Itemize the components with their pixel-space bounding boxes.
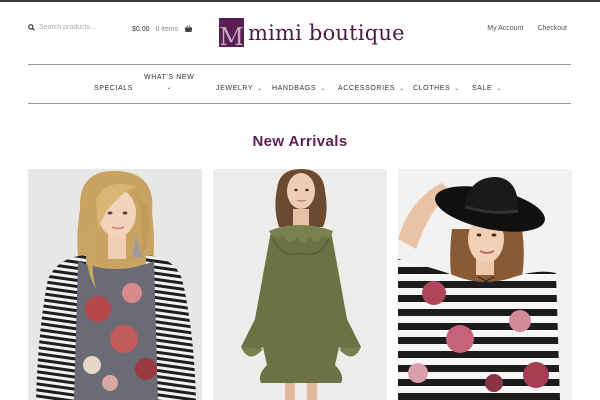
nav-item-clothes[interactable]: CLOTHES ⌄	[413, 85, 460, 92]
search-form[interactable]	[28, 24, 119, 31]
logo-mark: M	[219, 18, 244, 51]
checkout-link[interactable]: Checkout	[537, 25, 567, 32]
chevron-down-icon: ⌄	[257, 86, 263, 92]
chevron-down-icon: ⌄	[454, 86, 460, 92]
chevron-down-icon: ⌄	[166, 85, 172, 91]
account-links: My Account Checkout	[487, 25, 567, 32]
search-icon[interactable]	[28, 24, 35, 31]
nav-item-label: SPECIALS	[94, 85, 134, 92]
main-navigation: SPECIALS WHAT'S NEW ⌄ JEWELRY ⌄ HANDBAGS…	[28, 66, 571, 104]
nav-item-handbags[interactable]: HANDBAGS ⌄	[272, 85, 326, 92]
nav-top-divider	[28, 64, 571, 65]
product-image[interactable]	[398, 169, 572, 400]
section-heading: New Arrivals	[252, 133, 348, 150]
nav-item-label: HANDBAGS	[272, 85, 317, 92]
nav-item-whats-new[interactable]: WHAT'S NEW ⌄	[144, 74, 194, 91]
my-account-link[interactable]: My Account	[487, 25, 523, 32]
cart-item-count[interactable]: 0 items	[156, 26, 179, 33]
product-image[interactable]	[28, 169, 202, 400]
logo-text: mimi boutique	[248, 20, 405, 45]
nav-item-accessories[interactable]: ACCESSORIES ⌄	[338, 85, 405, 92]
nav-item-sale[interactable]: SALE ⌄	[472, 85, 502, 92]
nav-item-jewelry[interactable]: JEWELRY ⌄	[216, 85, 263, 92]
top-border	[0, 0, 600, 2]
site-logo[interactable]: M mimi boutique	[219, 18, 405, 51]
search-input[interactable]	[39, 24, 119, 31]
product-image[interactable]	[213, 169, 387, 400]
nav-item-label: CLOTHES	[413, 85, 451, 92]
nav-item-label: SALE	[472, 85, 493, 92]
nav-item-label: JEWELRY	[216, 85, 254, 92]
nav-bottom-divider	[28, 103, 571, 104]
logo-mark-letter: M	[219, 23, 244, 51]
basket-icon[interactable]	[184, 25, 193, 33]
cart-link[interactable]: $0.00 0 items	[132, 25, 193, 33]
chevron-down-icon: ⌄	[496, 86, 502, 92]
nav-item-label: ACCESSORIES	[338, 85, 396, 92]
nav-item-label: WHAT'S NEW	[144, 74, 195, 81]
chevron-down-icon: ⌄	[399, 86, 405, 92]
nav-item-specials[interactable]: SPECIALS	[94, 85, 133, 92]
cart-total[interactable]: $0.00	[132, 26, 150, 33]
chevron-down-icon: ⌄	[320, 86, 326, 92]
